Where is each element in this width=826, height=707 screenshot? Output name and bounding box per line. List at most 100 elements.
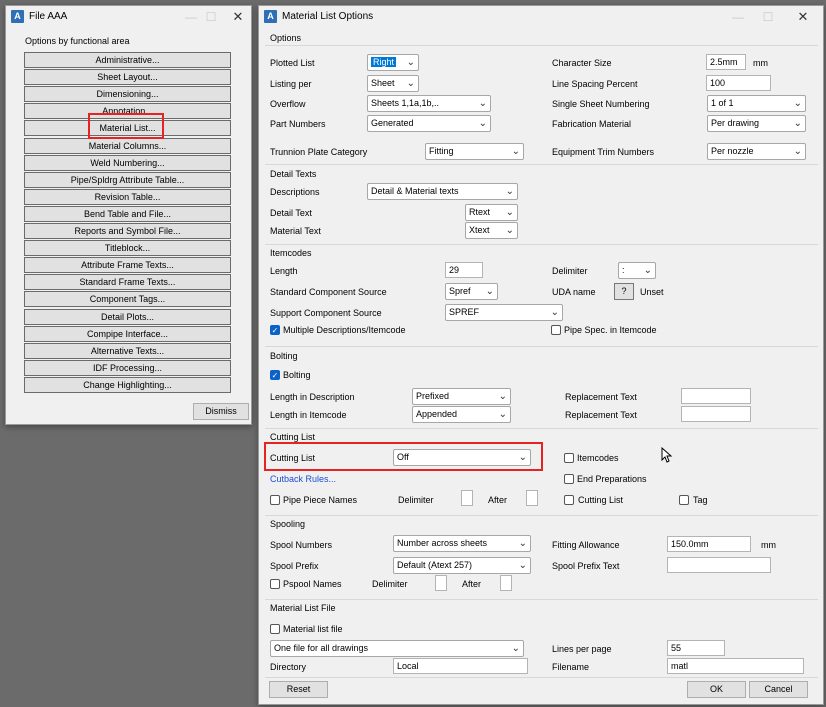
listing-per-select[interactable]: Sheet ⌄: [367, 75, 419, 92]
revision-table-button[interactable]: Revision Table...: [24, 188, 231, 205]
reset-button[interactable]: Reset: [269, 681, 328, 698]
sheet-layout-button[interactable]: Sheet Layout...: [24, 69, 231, 86]
minimize-icon[interactable]: —: [182, 9, 200, 25]
itemcodes-checkbox[interactable]: [564, 453, 574, 463]
compipe-interface-button[interactable]: Compipe Interface...: [24, 325, 231, 342]
len-desc-select[interactable]: Prefixed ⌄: [412, 388, 511, 405]
descriptions-label: Descriptions: [270, 187, 320, 197]
dismiss-button[interactable]: Dismiss: [193, 403, 249, 420]
trunnion-select[interactable]: Fitting ⌄: [425, 143, 524, 160]
part-numbers-select[interactable]: Generated ⌄: [367, 115, 491, 132]
chevron-down-icon: ⌄: [505, 225, 514, 236]
filename-input[interactable]: matl: [667, 658, 804, 674]
lines-per-page-input[interactable]: 55: [667, 640, 725, 656]
pipe-piece-checkbox[interactable]: [270, 495, 280, 505]
uda-label: UDA name: [552, 287, 596, 297]
idf-processing-button[interactable]: IDF Processing...: [24, 359, 231, 376]
length-input[interactable]: 29: [445, 262, 483, 278]
directory-input[interactable]: Local: [393, 658, 528, 674]
uda-value: Unset: [640, 287, 664, 297]
ok-button[interactable]: OK: [687, 681, 746, 698]
weld-numbering-button[interactable]: Weld Numbering...: [24, 154, 231, 171]
chevron-down-icon: ⌄: [505, 207, 514, 218]
administrative-button[interactable]: Administrative...: [24, 52, 231, 68]
pipe-spec-checkbox[interactable]: [551, 325, 561, 335]
reports-and-symbol-file-button[interactable]: Reports and Symbol File...: [24, 223, 231, 239]
line-spacing-input[interactable]: 100: [706, 75, 771, 91]
maximize-icon[interactable]: ☐: [202, 9, 220, 25]
titleblock-button[interactable]: Titleblock...: [24, 240, 231, 257]
minimize-icon[interactable]: —: [729, 9, 747, 25]
trunnion-value: Fitting: [429, 146, 454, 156]
pipe-spldrg-attribute-table-button[interactable]: Pipe/Spldrg Attribute Table...: [24, 171, 231, 188]
replacement-text-input[interactable]: [681, 406, 751, 422]
plotted-list-select[interactable]: Right ⌄: [367, 54, 419, 71]
component-tags-button[interactable]: Component Tags...: [24, 291, 231, 308]
delimiter-select[interactable]: : ⌄: [618, 262, 656, 279]
overflow-select[interactable]: Sheets 1,1a,1b,.. ⌄: [367, 95, 491, 112]
material-file-label: Material list file: [283, 624, 343, 634]
spool-prefix-text-input[interactable]: [667, 557, 771, 573]
descriptions-select[interactable]: Detail & Material texts ⌄: [367, 183, 518, 200]
cutting-list-checkbox[interactable]: [564, 495, 574, 505]
chevron-down-icon: ⌄: [485, 286, 494, 297]
char-size-input[interactable]: 2.5mm: [706, 54, 746, 70]
chevron-down-icon: ⌄: [511, 643, 520, 654]
close-icon[interactable]: ✕: [229, 9, 247, 25]
part-numbers-label: Part Numbers: [270, 119, 326, 129]
file-mode-select[interactable]: One file for all drawings ⌄: [270, 640, 524, 657]
fitting-allowance-input[interactable]: 150.0mm: [667, 536, 751, 552]
section-title-spooling: Spooling: [270, 519, 306, 529]
change-highlighting-button[interactable]: Change Highlighting...: [24, 376, 231, 393]
replacement-text-input[interactable]: [681, 388, 751, 404]
file-mode-value: One file for all drawings: [274, 643, 369, 653]
delimiter-input[interactable]: [461, 490, 473, 506]
bolting-checkbox[interactable]: ✓: [270, 370, 280, 380]
alternative-texts-button[interactable]: Alternative Texts...: [24, 342, 231, 359]
material-text-label: Material Text: [270, 226, 321, 236]
end-prep-checkbox[interactable]: [564, 474, 574, 484]
maximize-icon[interactable]: ☐: [759, 9, 777, 25]
spool-numbers-select[interactable]: Number across sheets ⌄: [393, 535, 531, 552]
detail-plots-button[interactable]: Detail Plots...: [24, 308, 231, 325]
divider: [265, 164, 818, 165]
spool-prefix-select[interactable]: Default (Atext 257) ⌄: [393, 557, 531, 574]
support-source-select[interactable]: SPREF ⌄: [445, 304, 563, 321]
bolting-label: Bolting: [283, 370, 311, 380]
close-icon[interactable]: ✕: [794, 9, 812, 25]
multiple-desc-checkbox[interactable]: ✓: [270, 325, 280, 335]
cutback-rules-link[interactable]: Cutback Rules...: [270, 474, 336, 484]
material-file-checkbox[interactable]: [270, 624, 280, 634]
after-input[interactable]: [500, 575, 512, 591]
section-title-material-file: Material List File: [270, 603, 336, 613]
highlight-box: [264, 442, 543, 471]
delimiter-input[interactable]: [435, 575, 447, 591]
std-source-select[interactable]: Spref ⌄: [445, 283, 498, 300]
listing-per-value: Sheet: [371, 78, 395, 88]
pspool-checkbox[interactable]: [270, 579, 280, 589]
material-text-select[interactable]: Xtext ⌄: [465, 222, 518, 239]
len-desc-value: Prefixed: [416, 391, 450, 401]
material-columns-button[interactable]: Material Columns...: [24, 137, 231, 154]
chevron-down-icon: ⌄: [518, 538, 527, 549]
equip-trim-select[interactable]: Per nozzle ⌄: [707, 143, 806, 160]
single-sheet-select[interactable]: 1 of 1 ⌄: [707, 95, 806, 112]
fab-material-select[interactable]: Per drawing ⌄: [707, 115, 806, 132]
len-item-select[interactable]: Appended ⌄: [412, 406, 511, 423]
cancel-button[interactable]: Cancel: [749, 681, 808, 698]
part-numbers-value: Generated: [371, 118, 414, 128]
spool-numbers-label: Spool Numbers: [270, 540, 333, 550]
dimensioning-button[interactable]: Dimensioning...: [24, 86, 231, 103]
bend-table-and-file-button[interactable]: Bend Table and File...: [24, 205, 231, 222]
lines-per-page-label: Lines per page: [552, 644, 612, 654]
char-size-unit: mm: [753, 58, 768, 68]
attribute-frame-texts-button[interactable]: Attribute Frame Texts...: [24, 257, 231, 274]
after-input[interactable]: [526, 490, 538, 506]
tag-checkbox[interactable]: [679, 495, 689, 505]
standard-frame-texts-button[interactable]: Standard Frame Texts...: [24, 274, 231, 291]
pipe-spec-label: Pipe Spec. in Itemcode: [564, 325, 657, 335]
pipe-piece-label: Pipe Piece Names: [283, 495, 358, 505]
uda-lookup-button[interactable]: ?: [614, 283, 634, 300]
chevron-down-icon: ⌄: [511, 146, 520, 157]
detail-text-select[interactable]: Rtext ⌄: [465, 204, 518, 221]
